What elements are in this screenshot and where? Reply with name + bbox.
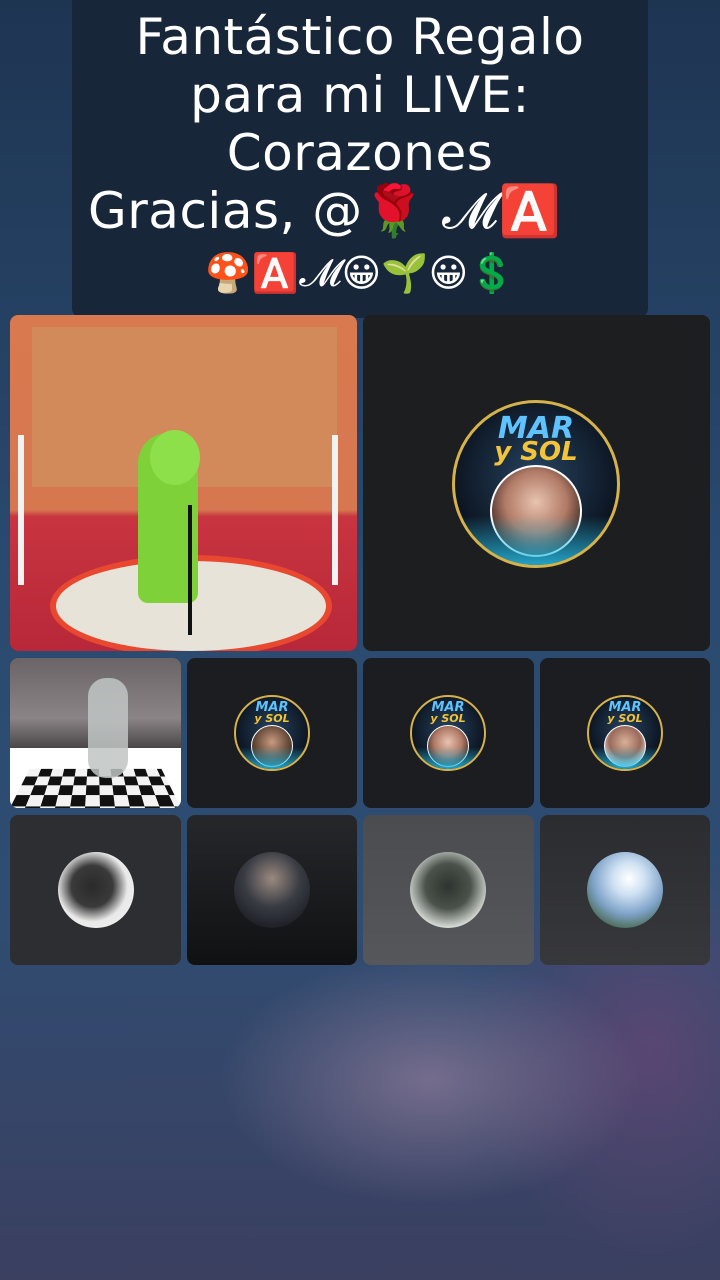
logo-text-sol: y SOL (607, 712, 643, 725)
character-head (150, 430, 200, 485)
guest-tile-7[interactable] (363, 815, 534, 965)
guest-avatar (587, 852, 663, 928)
guest-tile-6[interactable] (187, 815, 357, 965)
banner-line-2: para mi LIVE: (190, 66, 530, 124)
logo-text-sol: y SOL (494, 437, 578, 467)
guest-tile-4[interactable]: MAR y SOL (540, 658, 710, 808)
mar-y-sol-logo: MAR y SOL (587, 695, 663, 771)
banner-emoji-row: 🍄🅰️𝓜😀🌱😀💲 (204, 251, 516, 295)
mar-y-sol-logo: MAR y SOL (234, 695, 310, 771)
microphone-stand-icon (188, 505, 192, 635)
guest-tile-stage[interactable] (10, 315, 357, 651)
guest-avatar (234, 852, 310, 928)
stanchion-post-right (332, 435, 338, 585)
stanchion-post-left (18, 435, 24, 585)
gift-banner: Fantástico Regalo para mi LIVE: Corazone… (72, 0, 648, 318)
banner-line-3: Corazones (226, 124, 494, 182)
mar-y-sol-logo: MAR y SOL (452, 400, 620, 568)
guest-tile-3[interactable]: MAR y SOL (363, 658, 534, 808)
logo-text-sol: y SOL (254, 712, 290, 725)
banner-line-4: Gracias, @🌹 𝓜🅰️ (88, 182, 562, 240)
stage-video (10, 315, 357, 651)
logo-wave (236, 747, 308, 769)
banner-line-1: Fantástico Regalo (135, 8, 585, 66)
dance-video (10, 658, 181, 808)
logo-wave (412, 747, 484, 769)
logo-wave (455, 516, 617, 565)
mar-y-sol-logo: MAR y SOL (410, 695, 486, 771)
logo-text-sol: y SOL (430, 712, 466, 725)
guest-avatar (58, 852, 134, 928)
logo-wave (589, 747, 661, 769)
guest-tile-dance[interactable] (10, 658, 181, 808)
guest-avatar (410, 852, 486, 928)
guest-tile-5[interactable] (10, 815, 181, 965)
guest-tile-2[interactable]: MAR y SOL (187, 658, 357, 808)
guest-tile-8[interactable] (540, 815, 710, 965)
guest-tile-host[interactable]: MAR y SOL (363, 315, 710, 651)
dancer-figure (88, 678, 128, 778)
